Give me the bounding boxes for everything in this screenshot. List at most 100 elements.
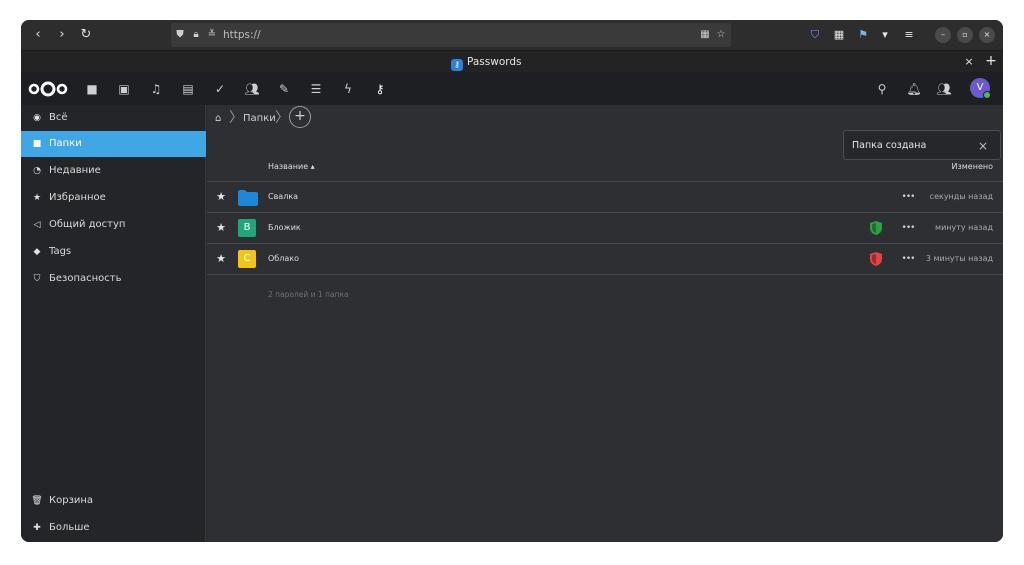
browser-toolbar: ‹ › ↻ ⛊ 🔒︎ ≚ https:// ▦ ☆ ⛉ ▦ ⚑ ▾ ≡ – ▫ … bbox=[21, 20, 1003, 50]
permissions-icon[interactable]: ≚ bbox=[205, 27, 219, 43]
shield-icon: ⛉ bbox=[33, 274, 41, 284]
breadcrumb-separator-icon: 〉 bbox=[275, 110, 289, 126]
sidebar-item-shared[interactable]: ◁ Общий доступ bbox=[21, 212, 206, 238]
maximize-button[interactable]: ▫ bbox=[957, 27, 973, 43]
dropdown-icon[interactable]: ▾ bbox=[877, 27, 893, 43]
calendar-icon[interactable]: ▤ bbox=[179, 80, 197, 98]
favorite-star-icon[interactable]: ★ bbox=[215, 251, 227, 267]
trash-icon: 🗑︎ bbox=[31, 496, 43, 506]
row-name[interactable]: Бложик bbox=[268, 221, 301, 235]
url-text[interactable]: https:// bbox=[223, 27, 261, 43]
contacts-menu-icon[interactable]: 👥︎ bbox=[935, 80, 953, 98]
close-window-button[interactable]: × bbox=[979, 27, 995, 43]
clock-icon: ◔ bbox=[33, 166, 41, 176]
tab-bar: ⚷ Passwords × + bbox=[21, 50, 1003, 72]
back-button[interactable]: ‹ bbox=[29, 26, 47, 44]
row-modified: секунды назад bbox=[929, 192, 993, 201]
new-tab-button[interactable]: + bbox=[983, 53, 999, 69]
folder-icon bbox=[238, 190, 258, 206]
sidebar-item-label: Избранное bbox=[49, 192, 106, 203]
security-bad-shield-icon bbox=[870, 252, 882, 266]
breadcrumb-home-icon[interactable]: ⌂ bbox=[215, 108, 221, 130]
plus-icon: ✚ bbox=[33, 523, 41, 533]
reader-grid-icon[interactable]: ▦ bbox=[698, 27, 712, 43]
favorite-star-icon[interactable]: ★ bbox=[215, 220, 227, 236]
sidebar-item-recent[interactable]: ◔ Недавние bbox=[21, 158, 206, 184]
bookmark-star-icon[interactable]: ☆ bbox=[714, 27, 728, 43]
sidebar: ◉ Всё ■ Папки ◔ Недавние ★ Избранное ◁ Общий … bbox=[21, 105, 206, 542]
toast-close-button[interactable]: × bbox=[976, 138, 990, 154]
browser-window: ‹ › ↻ ⛊ 🔒︎ ≚ https:// ▦ ☆ ⛉ ▦ ⚑ ▾ ≡ – ▫ … bbox=[21, 20, 1003, 542]
tracking-shield-icon[interactable]: ⛊ bbox=[173, 27, 187, 43]
breadcrumb-separator-icon: 〉 bbox=[229, 110, 243, 126]
sidebar-item-label: Корзина bbox=[49, 495, 94, 506]
tag-icon: ◆ bbox=[33, 247, 41, 257]
minimize-button[interactable]: – bbox=[935, 27, 951, 43]
star-icon: ★ bbox=[32, 193, 42, 203]
sidebar-item-folders[interactable]: ■ Папки bbox=[21, 131, 206, 157]
sidebar-item-more[interactable]: ✚ Больше bbox=[21, 515, 206, 541]
row-name[interactable]: Облако bbox=[268, 252, 299, 266]
menu-icon[interactable]: ≡ bbox=[901, 27, 917, 43]
sidebar-item-trash[interactable]: 🗑︎ Корзина bbox=[21, 488, 206, 514]
column-header-changed[interactable]: Изменено bbox=[952, 157, 993, 177]
tasks-icon[interactable]: ✓ bbox=[211, 80, 229, 98]
row-modified: 3 минуты назад bbox=[925, 254, 993, 263]
contacts-icon[interactable]: 👥︎ bbox=[243, 80, 261, 98]
address-bar[interactable]: ⛊ 🔒︎ ≚ https:// ▦ ☆ bbox=[171, 23, 731, 47]
toast-notification: Папка создана × bbox=[843, 130, 1001, 160]
security-ok-shield-icon bbox=[870, 221, 882, 235]
breadcrumb-folders[interactable]: Папки bbox=[243, 108, 276, 130]
files-icon[interactable]: ■ bbox=[83, 80, 101, 98]
more-options-icon[interactable]: ••• bbox=[901, 190, 916, 204]
search-icon[interactable]: ⚲ bbox=[873, 80, 891, 98]
sidebar-item-security[interactable]: ⛉ Безопасность bbox=[21, 266, 206, 292]
toast-message: Папка создана bbox=[852, 140, 927, 151]
sidebar-item-label: Папки bbox=[49, 138, 82, 149]
list-icon[interactable]: ☰ bbox=[307, 80, 325, 98]
sidebar-item-favorites[interactable]: ★ Избранное bbox=[21, 185, 206, 211]
table-divider bbox=[207, 274, 1003, 275]
sidebar-item-label: Больше bbox=[49, 522, 90, 533]
more-options-icon[interactable]: ••• bbox=[901, 252, 916, 266]
password-letter-icon: С bbox=[238, 250, 256, 268]
globe-icon: ◉ bbox=[33, 113, 41, 123]
sidebar-item-all[interactable]: ◉ Всё bbox=[21, 105, 206, 131]
column-header-name[interactable]: Название ▴ bbox=[268, 157, 315, 177]
table-row[interactable]: ★ B Бложик ••• минуту назад bbox=[207, 212, 1003, 243]
favorite-star-icon[interactable]: ★ bbox=[215, 189, 227, 205]
extension-grid-icon[interactable]: ▦ bbox=[831, 27, 847, 43]
forward-button[interactable]: › bbox=[53, 26, 71, 44]
close-tab-button[interactable]: × bbox=[961, 54, 977, 70]
add-new-button[interactable]: + bbox=[289, 106, 311, 128]
folder-icon: ■ bbox=[32, 139, 42, 149]
items-summary: 2 паролей и 1 папка bbox=[268, 290, 349, 299]
table-row[interactable]: ★ Свалка ••• секунды назад bbox=[207, 181, 1003, 212]
sidebar-item-label: Недавние bbox=[49, 165, 101, 176]
photos-icon[interactable]: ▣ bbox=[115, 80, 133, 98]
lock-icon[interactable]: 🔒︎ bbox=[189, 27, 203, 43]
notifications-bell-icon[interactable]: 🔔︎ bbox=[905, 80, 923, 98]
main-content: ⌂ 〉 Папки 〉 + Название ▴ Изменено ★ Свал… bbox=[207, 105, 1003, 542]
table-row[interactable]: ★ С Облако ••• 3 минуты назад bbox=[207, 243, 1003, 274]
passwords-key-icon[interactable]: ⚷ bbox=[371, 80, 389, 98]
app-header: ■ ▣ ♫ ▤ ✓ 👥︎ ✎ ☰ ϟ ⚷ ⚲ 🔔︎ 👥︎ V bbox=[21, 72, 1003, 105]
nextcloud-logo[interactable] bbox=[28, 81, 68, 97]
sidebar-item-label: Безопасность bbox=[49, 273, 122, 284]
password-letter-icon: B bbox=[238, 219, 256, 237]
sidebar-item-label: Общий доступ bbox=[49, 219, 126, 230]
reload-button[interactable]: ↻ bbox=[77, 26, 95, 44]
activity-icon[interactable]: ϟ bbox=[339, 80, 357, 98]
passwords-key-icon: ⚷ bbox=[451, 59, 463, 71]
sidebar-item-label: Tags bbox=[49, 246, 72, 257]
tab-passwords[interactable]: ⚷ Passwords bbox=[451, 54, 522, 71]
extension-flag-icon[interactable]: ⚑ bbox=[855, 27, 871, 43]
notes-icon[interactable]: ✎ bbox=[275, 80, 293, 98]
music-icon[interactable]: ♫ bbox=[147, 80, 165, 98]
tab-title: Passwords bbox=[467, 56, 522, 68]
sidebar-item-tags[interactable]: ◆ Tags bbox=[21, 239, 206, 265]
extension-shield-icon[interactable]: ⛉ bbox=[807, 27, 823, 43]
share-icon: ◁ bbox=[33, 220, 41, 230]
more-options-icon[interactable]: ••• bbox=[901, 221, 916, 235]
row-name[interactable]: Свалка bbox=[268, 190, 298, 204]
